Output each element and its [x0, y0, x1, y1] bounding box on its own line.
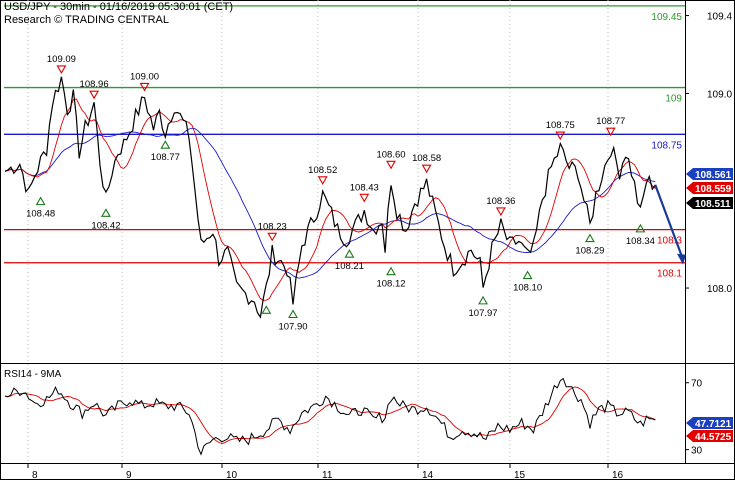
usdjpy-chart: 109.45109108.75108.3108.1 109.09108.9610… [0, 0, 735, 480]
swing-low-label: 108.77 [151, 152, 180, 163]
swing-high-label: 108.75 [546, 120, 575, 131]
price-tick-label: 109.4 [707, 12, 732, 23]
time-axis: 8 9 10 11 14 15 16 [27, 463, 624, 480]
swing-low-marker [585, 233, 595, 243]
price-tick-label: 108.0 [707, 284, 732, 295]
time-tick-label: 16 [612, 470, 624, 480]
swing-high-marker [317, 176, 328, 185]
swing-low-label: 108.48 [26, 209, 55, 220]
rsi-line [4, 377, 656, 456]
swing-high-label: 108.52 [308, 165, 337, 176]
price-badge-label: 108.559 [695, 184, 732, 195]
swing-high-label: 108.77 [596, 116, 625, 127]
rsi-badge-label: 47.7121 [695, 419, 732, 430]
swing-low-label: 108.29 [575, 246, 604, 257]
swing-high-label: 108.23 [258, 221, 287, 232]
price-tick-label: 109.0 [707, 89, 732, 100]
swing-high-marker [421, 164, 432, 174]
level-label: 108.1 [657, 269, 682, 280]
rsi-badge-label: 44.5725 [695, 432, 732, 443]
swing-low-marker [261, 305, 272, 314]
swing-low-marker [35, 196, 46, 206]
swing-low-label: 107.90 [278, 322, 307, 333]
time-tick-label: 8 [32, 470, 38, 480]
swing-low-label: 108.42 [91, 220, 120, 231]
swing-low-marker [522, 270, 533, 280]
swing-high-label: 108.96 [80, 79, 109, 90]
swing-high-label: 108.60 [376, 149, 405, 160]
level-label: 108.75 [651, 140, 682, 151]
swing-low-label: 108.12 [376, 279, 405, 290]
swing-high-label: 108.43 [350, 182, 379, 193]
rsi-title: RSI14 - 9MA [4, 369, 62, 380]
chart-source: Research © TRADING CENTRAL [4, 14, 169, 26]
level-label: 109 [665, 94, 682, 105]
rsi-tick-label: 70 [691, 379, 703, 390]
slow-moving-average [4, 127, 656, 279]
swing-low-marker [288, 309, 298, 319]
price-series [4, 76, 686, 319]
swing-high-marker [495, 207, 506, 217]
rsi-tick-label: 30 [691, 446, 703, 457]
swing-low-label: 108.21 [335, 261, 364, 272]
swing-high-marker [89, 90, 100, 100]
time-tick-label: 14 [422, 470, 434, 480]
price-badge-label: 108.511 [695, 199, 731, 210]
swing-low-marker [101, 208, 111, 217]
swing-low-marker [386, 266, 396, 276]
swing-low-label: 108.10 [513, 283, 542, 294]
swing-high-label: 109.00 [130, 71, 159, 82]
swing-low-marker [160, 140, 171, 149]
swing-high-marker [267, 232, 278, 242]
swing-high-label: 109.09 [47, 54, 76, 65]
swing-high-marker [386, 160, 396, 170]
swing-high-marker [139, 82, 150, 92]
swing-high-marker [56, 65, 67, 75]
time-tick-label: 10 [226, 470, 238, 480]
swing-low-label: 107.97 [469, 308, 498, 319]
price-badge-label: 108.561 [695, 170, 732, 181]
swing-low-marker [478, 295, 489, 305]
rsi-panel: RSI14 - 9MA 70 30 47.7121 44.5725 [4, 369, 733, 457]
swing-low-label: 108.34 [626, 236, 655, 247]
swing-high-label: 108.58 [412, 153, 441, 164]
level-label: 109.45 [651, 12, 682, 23]
time-tick-label: 15 [514, 470, 526, 480]
swing-high-marker [359, 193, 370, 203]
grid-lines [27, 0, 609, 463]
swing-markers: 109.09 108.96 109.00 108.48 108.42 108.77 108.… [26, 54, 655, 333]
time-tick-label: 9 [126, 470, 132, 480]
swing-high-label: 108.36 [486, 196, 515, 207]
swing-low-marker [344, 249, 355, 258]
price-line [4, 76, 656, 319]
price-axis: 109.4 109.0 108.0 108.561 108.559 108.511 [685, 12, 733, 295]
swing-low-marker [635, 223, 646, 233]
swing-high-marker [555, 131, 566, 141]
time-tick-label: 11 [322, 470, 333, 480]
chart-title: USD/JPY - 30min - 01/16/2019 05:30:01 (C… [4, 1, 234, 13]
